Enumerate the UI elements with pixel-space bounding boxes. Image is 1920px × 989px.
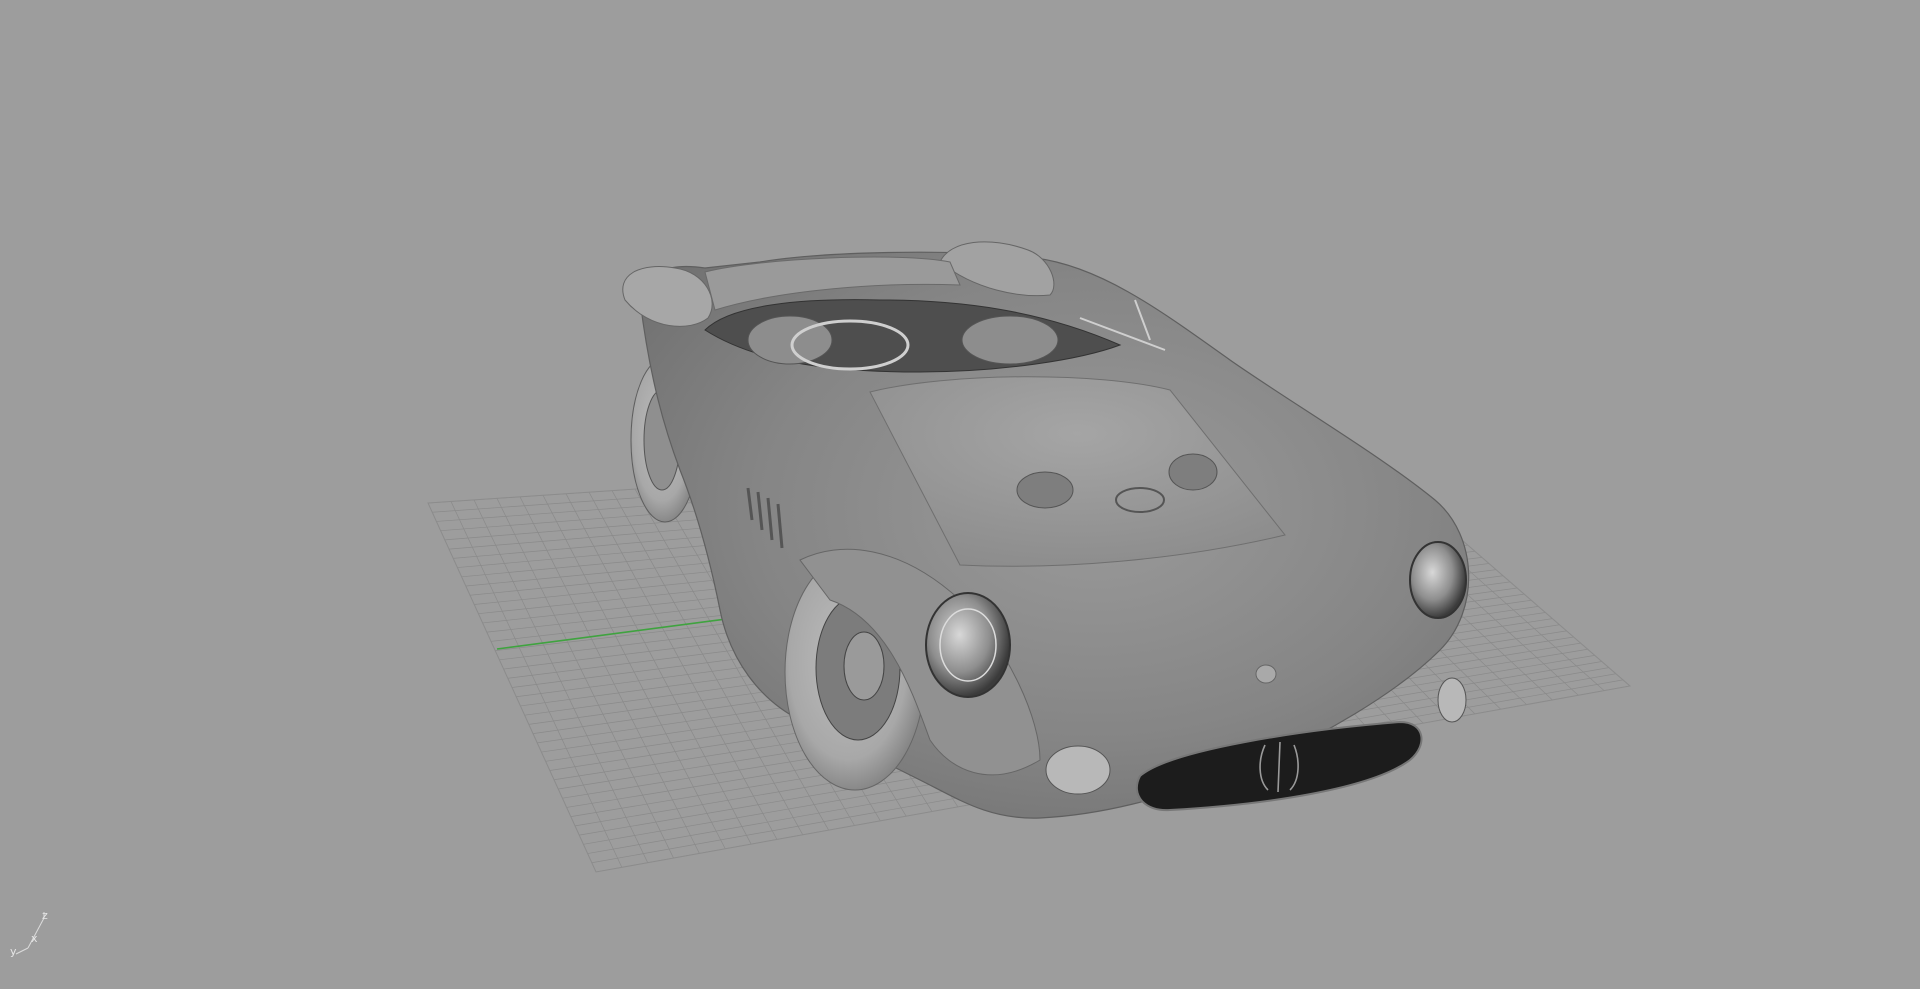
indicator-left [1045,745,1111,795]
headlight-right [1409,541,1467,619]
hood-vent-right [1168,453,1218,491]
axis-label-x: x [31,932,38,945]
axis-label-z: z [42,909,48,922]
indicator-right [1437,677,1467,723]
hood-vent-left [1016,471,1074,509]
right-seat [961,315,1059,365]
sports-car-model[interactable] [622,241,1470,819]
axis-widget: z x y [10,909,48,958]
3d-viewport[interactable]: z x y [0,0,1920,989]
nose-emblem [1255,664,1277,684]
axis-label-y: y [10,945,17,958]
viewport-scene[interactable]: z x y [0,0,1920,989]
headlight-left [925,592,1011,698]
